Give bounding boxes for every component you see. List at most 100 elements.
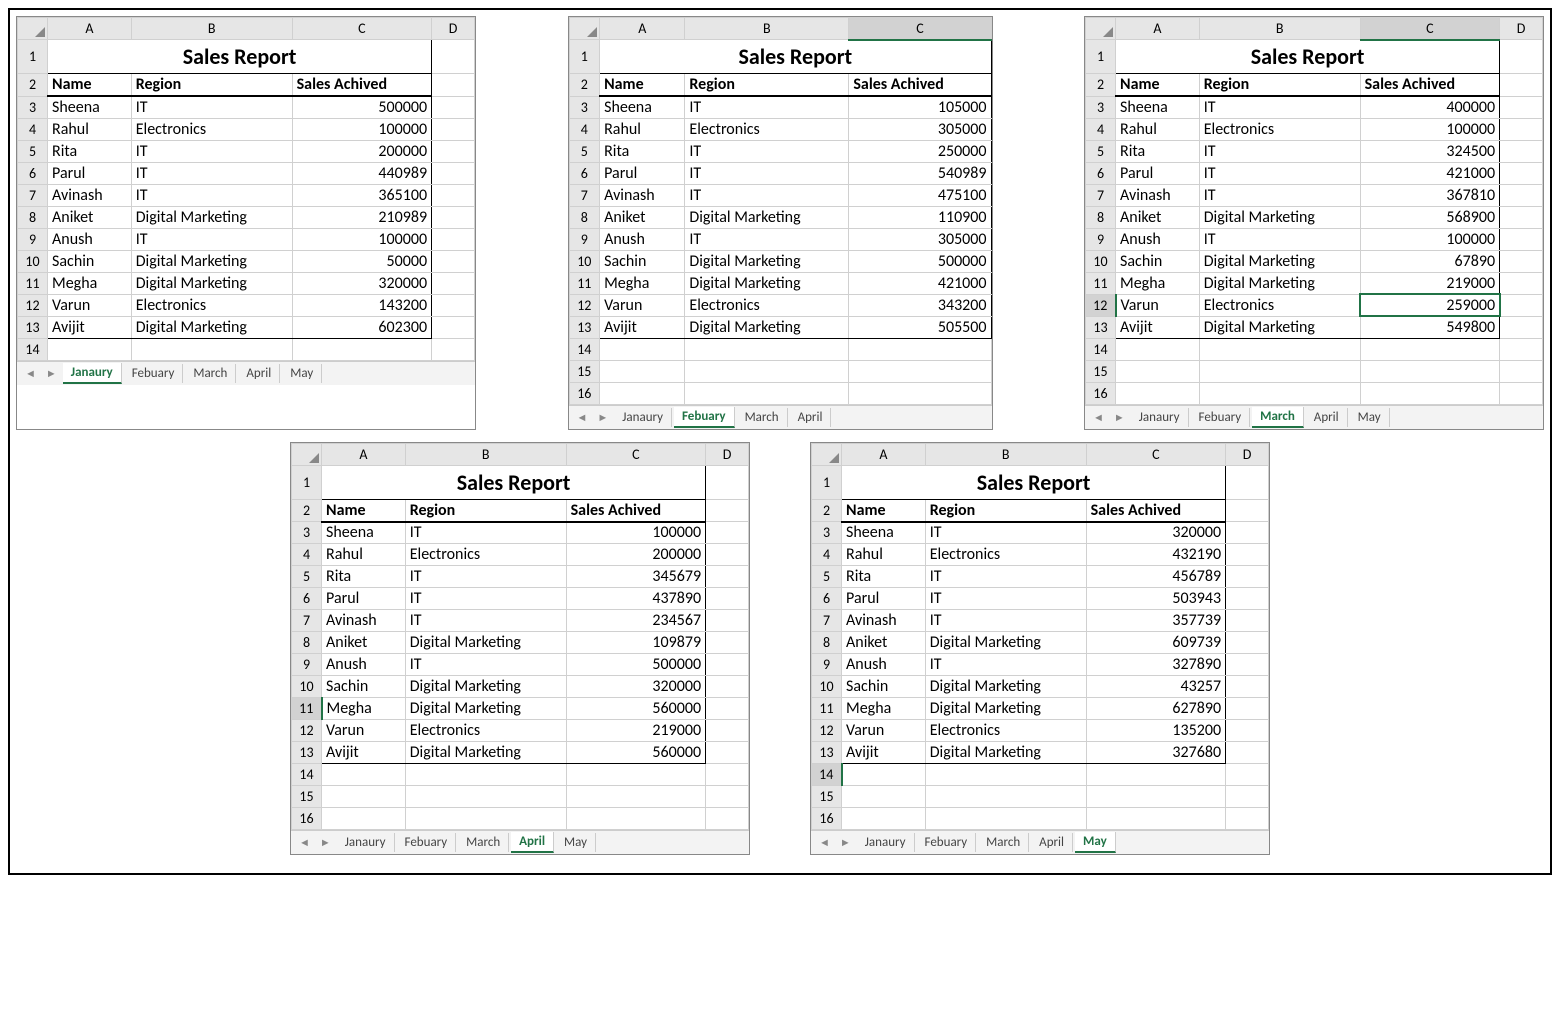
cell-region[interactable]: IT — [131, 140, 292, 162]
cell-D10[interactable] — [706, 676, 749, 698]
cell-B16[interactable] — [685, 382, 849, 404]
cell-D4[interactable] — [706, 544, 749, 566]
tab-nav-prev-icon[interactable]: ◄ — [21, 367, 40, 380]
row-header-3[interactable]: 3 — [18, 96, 48, 118]
cell-name[interactable]: Sheena — [1116, 96, 1200, 118]
column-header-A[interactable]: A — [600, 18, 685, 40]
cell-sales[interactable]: 110900 — [849, 206, 991, 228]
table-header-name[interactable]: Name — [322, 499, 406, 522]
cell-name[interactable]: Aniket — [1116, 206, 1200, 228]
cell-D14[interactable] — [432, 338, 475, 360]
row-header-16[interactable]: 16 — [1086, 382, 1116, 404]
row-header-4[interactable]: 4 — [569, 118, 600, 140]
cell-region[interactable]: Digital Marketing — [405, 676, 566, 698]
cell-A15[interactable] — [600, 360, 685, 382]
column-header-C[interactable]: C — [849, 18, 991, 40]
cell-B16[interactable] — [925, 808, 1086, 830]
row-header-8[interactable]: 8 — [1086, 206, 1116, 228]
table-header-sales[interactable]: Sales Achived — [566, 499, 705, 522]
row-header-14[interactable]: 14 — [292, 764, 322, 786]
cell-B15[interactable] — [925, 786, 1086, 808]
cell-D1[interactable] — [706, 465, 749, 499]
sheet-tab-april[interactable]: April — [238, 364, 280, 383]
cell-name[interactable]: Aniket — [842, 632, 926, 654]
cell-region[interactable]: Digital Marketing — [405, 632, 566, 654]
column-header-B[interactable]: B — [925, 443, 1086, 465]
row-header-13[interactable]: 13 — [812, 742, 842, 764]
cell-sales[interactable]: 475100 — [849, 184, 991, 206]
row-header-16[interactable]: 16 — [812, 808, 842, 830]
cell-sales[interactable]: 210989 — [292, 206, 431, 228]
row-header-11[interactable]: 11 — [1086, 272, 1116, 294]
cell-name[interactable]: Rahul — [1116, 118, 1200, 140]
cell-region[interactable]: Digital Marketing — [1199, 250, 1360, 272]
cell-sales[interactable]: 456789 — [1086, 566, 1225, 588]
cell-C15[interactable] — [566, 786, 705, 808]
sheet-tab-may[interactable]: May — [556, 833, 596, 852]
cell-C15[interactable] — [1086, 786, 1225, 808]
cell-region[interactable]: Digital Marketing — [405, 698, 566, 720]
cell-name[interactable]: Varun — [1116, 294, 1200, 316]
cell-name[interactable]: Sachin — [842, 676, 926, 698]
cell-D6[interactable] — [706, 588, 749, 610]
cell-name[interactable]: Parul — [600, 162, 685, 184]
cell-name[interactable]: Rahul — [600, 118, 685, 140]
row-header-1[interactable]: 1 — [292, 465, 322, 499]
cell-C16[interactable] — [1360, 382, 1499, 404]
sheet-tab-april[interactable]: April — [511, 832, 554, 853]
cell-region[interactable]: Digital Marketing — [925, 676, 1086, 698]
row-header-8[interactable]: 8 — [569, 206, 600, 228]
row-header-5[interactable]: 5 — [812, 566, 842, 588]
row-header-6[interactable]: 6 — [18, 162, 48, 184]
cell-region[interactable]: Digital Marketing — [131, 250, 292, 272]
cell-D9[interactable] — [1500, 228, 1543, 250]
cell-region[interactable]: IT — [685, 96, 849, 118]
row-header-4[interactable]: 4 — [18, 118, 48, 140]
sheet-tab-may[interactable]: May — [282, 364, 322, 383]
cell-D10[interactable] — [1226, 676, 1269, 698]
cell-D5[interactable] — [432, 140, 475, 162]
cell-name[interactable]: Avinash — [1116, 184, 1200, 206]
cell-region[interactable]: IT — [685, 184, 849, 206]
cell-name[interactable]: Sheena — [322, 522, 406, 544]
cell-name[interactable]: Megha — [600, 272, 685, 294]
cell-sales[interactable]: 327680 — [1086, 742, 1225, 764]
cell-D1[interactable] — [1226, 465, 1269, 499]
column-header-C[interactable]: C — [292, 18, 431, 40]
cell-D3[interactable] — [706, 522, 749, 544]
cell-D3[interactable] — [432, 96, 475, 118]
cell-name[interactable]: Sachin — [48, 250, 132, 272]
row-header-3[interactable]: 3 — [292, 522, 322, 544]
row-header-16[interactable]: 16 — [569, 382, 600, 404]
table-header-name[interactable]: Name — [48, 74, 132, 97]
cell-region[interactable]: Digital Marketing — [1199, 272, 1360, 294]
row-header-9[interactable]: 9 — [812, 654, 842, 676]
tab-nav-next-icon[interactable]: ► — [42, 367, 61, 380]
cell-D13[interactable] — [432, 316, 475, 338]
cell-name[interactable]: Avijit — [322, 742, 406, 764]
row-header-15[interactable]: 15 — [292, 786, 322, 808]
tab-nav-prev-icon[interactable]: ◄ — [815, 836, 834, 849]
column-header-B[interactable]: B — [1199, 18, 1360, 40]
cell-sales[interactable]: 100000 — [292, 228, 431, 250]
cell-name[interactable]: Sheena — [48, 96, 132, 118]
cell-sales[interactable]: 50000 — [292, 250, 431, 272]
cell-D7[interactable] — [1226, 610, 1269, 632]
cell-region[interactable]: IT — [405, 588, 566, 610]
cell-sales[interactable]: 503943 — [1086, 588, 1225, 610]
row-header-13[interactable]: 13 — [18, 316, 48, 338]
cell-name[interactable]: Varun — [48, 294, 132, 316]
cell-B14[interactable] — [685, 338, 849, 360]
cell-region[interactable]: Electronics — [405, 544, 566, 566]
cell-sales[interactable]: 357739 — [1086, 610, 1225, 632]
cell-D12[interactable] — [1226, 720, 1269, 742]
cell-sales[interactable]: 500000 — [849, 250, 991, 272]
cell-D11[interactable] — [1500, 272, 1543, 294]
cell-sales[interactable]: 200000 — [566, 544, 705, 566]
cell-region[interactable]: Digital Marketing — [405, 742, 566, 764]
cell-C15[interactable] — [849, 360, 991, 382]
cell-D3[interactable] — [1500, 96, 1543, 118]
cell-region[interactable]: Electronics — [685, 294, 849, 316]
spreadsheet-grid[interactable]: ABCD1Sales Report2NameRegionSales Achive… — [291, 443, 749, 831]
cell-sales[interactable]: 560000 — [566, 742, 705, 764]
